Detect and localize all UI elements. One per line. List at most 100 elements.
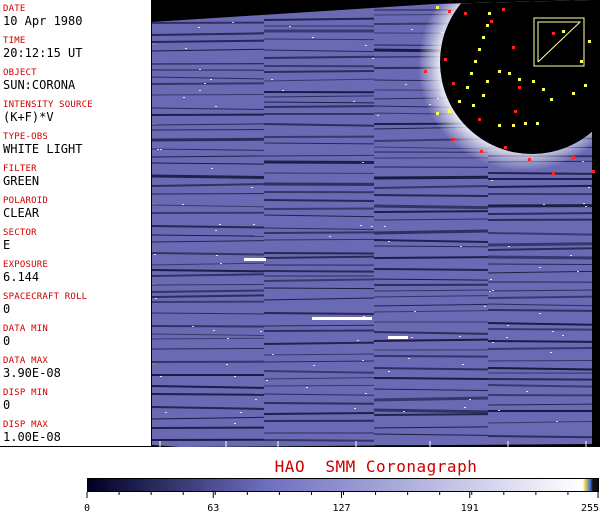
scan-line [264, 413, 374, 414]
colorbar-tick-label: 0 [84, 503, 90, 514]
bright-speck [562, 335, 564, 336]
header-field-label: SECTOR [3, 228, 37, 238]
red-marker [512, 46, 515, 49]
bright-speck [160, 149, 162, 150]
bright-speck [491, 180, 493, 181]
bright-speck [305, 8, 307, 9]
yellow-marker [486, 24, 489, 27]
bright-streak [312, 317, 372, 320]
yellow-marker [550, 98, 553, 101]
scan-line [264, 288, 374, 289]
bright-speck [234, 376, 236, 377]
bright-speck [408, 358, 410, 359]
scan-line [374, 378, 488, 379]
bright-speck [556, 421, 558, 422]
bright-speck [489, 291, 491, 292]
bright-speck [266, 380, 268, 381]
bright-speck [253, 224, 255, 225]
bright-speck [552, 331, 554, 332]
header-field-label: DATA MAX [3, 356, 61, 366]
bright-speck [197, 6, 199, 7]
header-field-value: (K+F)*V [3, 111, 93, 124]
header-field-label: TYPE-OBS [3, 132, 82, 142]
bright-speck [526, 391, 528, 392]
bright-speck [183, 97, 185, 98]
bright-speck [185, 48, 187, 49]
bright-speck [312, 37, 314, 38]
scan-line [264, 71, 374, 72]
bright-speck [155, 298, 157, 299]
scan-line [264, 106, 374, 107]
bright-speck [271, 79, 273, 80]
scan-line [374, 257, 488, 258]
bright-speck [336, 5, 338, 6]
scan-line [488, 173, 600, 174]
bright-speck [154, 254, 156, 255]
bright-speck [199, 90, 201, 91]
bright-speck [444, 1, 446, 2]
orientation-marker [552, 32, 555, 35]
bright-speck [570, 255, 572, 256]
header-field: DATA MIN0 [3, 324, 48, 348]
scan-line [264, 239, 374, 240]
scan-line [264, 155, 374, 156]
header-field-label: DISP MIN [3, 388, 48, 398]
header-field-value: 6.144 [3, 271, 48, 284]
bright-speck [289, 26, 291, 27]
header-field: DISP MIN0 [3, 388, 48, 412]
yellow-marker [472, 104, 475, 107]
header-field-label: DATE [3, 4, 82, 14]
scan-line [374, 410, 488, 412]
bright-speck [199, 69, 201, 70]
header-field: DATA MAX3.90E-08 [3, 356, 61, 380]
yellow-marker [584, 84, 587, 87]
header-field-label: TIME [3, 36, 82, 46]
header-field: TIME20:12:15 UT [3, 36, 82, 60]
bright-speck [543, 204, 545, 205]
header-field: DISP MAX1.00E-08 [3, 420, 61, 444]
bright-speck [360, 225, 362, 226]
bright-speck [388, 371, 390, 372]
scan-line [264, 403, 374, 404]
red-marker [572, 156, 575, 159]
scan-line [264, 330, 374, 331]
bright-streak [244, 258, 266, 261]
bright-speck [405, 84, 407, 85]
red-marker [478, 118, 481, 121]
header-field-value: CLEAR [3, 207, 48, 220]
bright-speck [588, 187, 590, 188]
red-marker [592, 170, 595, 173]
bright-speck [357, 340, 359, 341]
scan-line [264, 257, 374, 258]
bright-speck [484, 306, 486, 307]
bright-speck [213, 330, 215, 331]
bright-speck [539, 313, 541, 314]
header-field-value: SUN:CORONA [3, 79, 75, 92]
yellow-marker [448, 110, 451, 113]
header-field-value: 0 [3, 303, 87, 316]
scan-line [488, 213, 600, 214]
bright-speck [492, 290, 494, 291]
yellow-marker [482, 36, 485, 39]
bright-speck [577, 271, 579, 272]
red-marker [452, 82, 455, 85]
scan-line [488, 257, 600, 258]
header-field-value: WHITE LIGHT [3, 143, 82, 156]
bright-speck [354, 408, 356, 409]
scan-line [374, 206, 488, 208]
bright-speck [260, 331, 262, 332]
scan-line [264, 200, 374, 201]
bright-speck [469, 399, 471, 400]
colorbar-tick-label: 127 [332, 503, 350, 514]
header-field-label: SPACECRAFT ROLL [3, 292, 87, 302]
bright-speck [582, 161, 584, 162]
header-field-value: 0 [3, 335, 48, 348]
red-marker [518, 86, 521, 89]
bright-speck [507, 325, 509, 326]
bright-speck [403, 411, 405, 412]
bright-speck [216, 255, 218, 256]
bright-speck [192, 326, 194, 327]
header-field: DATE10 Apr 1980 [3, 4, 82, 28]
bright-speck [364, 4, 366, 5]
coronagraph-image [152, 0, 600, 447]
